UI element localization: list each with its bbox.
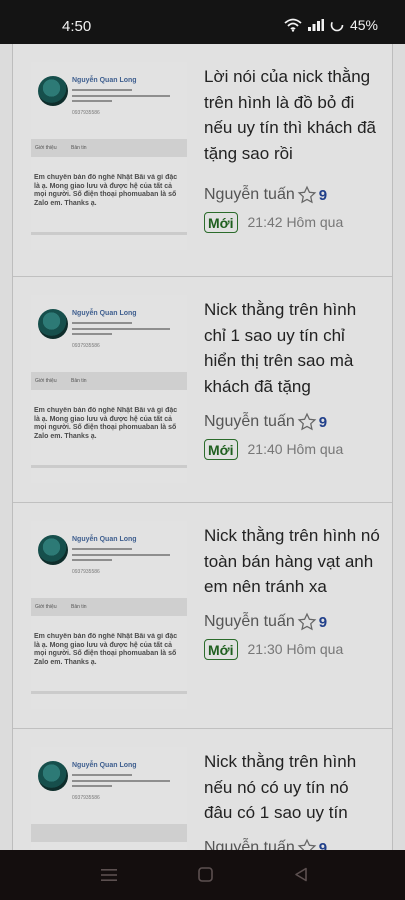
thumb-tab-intro: Giới thiệu [35, 604, 57, 610]
thumb-line [72, 559, 112, 561]
home-icon[interactable] [198, 867, 213, 882]
post-thumbnail[interactable]: Nguyễn Quan Long 0937935586 Giới thiệu B… [31, 62, 187, 250]
post-title[interactable]: Nick thằng trên hình nếu nó có uy tín nó… [204, 749, 380, 826]
post-item[interactable]: Nguyễn Quan Long 0937935586 Giới thiệu B… [13, 44, 392, 276]
post-list: Nguyễn Quan Long 0937935586 Giới thiệu B… [12, 44, 393, 850]
thumb-description: Em chuyên bán đồ nghề Nhật Bãi và gì đặc… [34, 174, 178, 207]
thumb-tabs: Giới thiệu Bản tin [31, 372, 187, 390]
star-count: 9 [318, 186, 328, 204]
thumb-tabs: Giới thiệu Bản tin [31, 139, 187, 157]
thumb-line [72, 89, 132, 91]
post-time: 21:30 Hôm qua [247, 641, 344, 657]
menu-icon[interactable] [101, 868, 117, 882]
post-item[interactable]: Nguyễn Quan Long 0937935586 Giới thiệu B… [13, 502, 392, 728]
post-title[interactable]: Lời nói của nick thằng trên hình là đồ b… [204, 64, 380, 166]
battery-icon [330, 18, 344, 32]
thumb-tab-news: Bản tin [71, 378, 87, 384]
thumb-line [72, 95, 170, 97]
screen: 4:50 45% Nguyễn Quan Long 0937935586 Giớ… [0, 0, 405, 900]
thumb-profile-name: Nguyễn Quan Long [72, 310, 137, 317]
thumb-tab-news: Bản tin [71, 145, 87, 151]
meta-row: Mới 21:42 Hôm qua [204, 210, 343, 234]
status-bar: 4:50 45% [0, 0, 405, 44]
post-thumbnail[interactable]: Nguyễn Quan Long 0937935586 Giới thiệu B… [31, 295, 187, 483]
thumb-line [72, 554, 170, 556]
thumb-description: Em chuyên bán đồ nghề Nhật Bãi và gì đặc… [34, 407, 178, 440]
author-row: Nguyễn tuấn 9 [204, 411, 327, 433]
author-row: Nguyễn tuấn 9 [204, 837, 327, 850]
thumb-tab-news: Bản tin [71, 604, 87, 610]
thumb-tab-intro: Giới thiệu [35, 145, 57, 151]
thumb-tab-intro: Giới thiệu [35, 378, 57, 384]
star-count: 9 [318, 613, 328, 631]
status-time: 4:50 [62, 18, 92, 35]
author-name[interactable]: Nguyễn tuấn [204, 186, 295, 204]
star-icon [297, 185, 317, 204]
author-row: Nguyễn tuấn 9 [204, 611, 327, 633]
signal-icon [307, 19, 324, 31]
thumb-tabs [31, 824, 187, 842]
star-icon [297, 838, 317, 850]
thumb-line [72, 780, 170, 782]
thumb-phone: 0937935586 [72, 343, 100, 349]
star-icon [297, 412, 317, 431]
post-time: 21:40 Hôm qua [247, 441, 344, 457]
thumb-line [72, 322, 132, 324]
thumb-profile-name: Nguyễn Quan Long [72, 77, 137, 84]
thumb-profile-name: Nguyễn Quan Long [72, 762, 137, 769]
new-badge: Mới [204, 211, 238, 233]
star-count: 9 [318, 413, 328, 431]
content-area: Nguyễn Quan Long 0937935586 Giới thiệu B… [0, 44, 405, 850]
avatar [38, 309, 68, 339]
thumb-line [72, 333, 112, 335]
navigation-bar [0, 850, 405, 900]
thumb-divider [31, 232, 187, 235]
thumb-line [72, 785, 112, 787]
back-icon[interactable] [294, 867, 308, 882]
avatar [38, 535, 68, 565]
thumb-tabs: Giới thiệu Bản tin [31, 598, 187, 616]
status-icons: 45% [284, 17, 378, 33]
new-badge: Mới [204, 638, 238, 660]
author-name[interactable]: Nguyễn tuấn [204, 839, 295, 850]
post-title[interactable]: Nick thằng trên hình nó toàn bán hàng vạ… [204, 523, 380, 600]
wifi-icon [284, 18, 302, 32]
post-thumbnail[interactable]: Nguyễn Quan Long 0937935586 Giới thiệu B… [31, 521, 187, 709]
meta-row: Mới 21:30 Hôm qua [204, 637, 343, 661]
thumb-line [72, 548, 132, 550]
thumb-divider [31, 691, 187, 694]
thumb-divider [31, 465, 187, 468]
meta-row: Mới 21:40 Hôm qua [204, 437, 343, 461]
new-badge: Mới [204, 438, 238, 460]
avatar [38, 761, 68, 791]
thumb-description: Em chuyên bán đồ nghề Nhật Bãi và gì đặc… [34, 633, 178, 666]
author-row: Nguyễn tuấn 9 [204, 184, 327, 206]
thumb-phone: 0937935586 [72, 110, 100, 116]
battery-level: 45% [349, 17, 378, 33]
post-thumbnail[interactable]: Nguyễn Quan Long 0937935586 [31, 747, 187, 850]
post-item[interactable]: Nguyễn Quan Long 0937935586 Giới thiệu B… [13, 276, 392, 502]
star-icon [297, 612, 317, 631]
avatar [38, 76, 68, 106]
post-title[interactable]: Nick thằng trên hình chỉ 1 sao uy tín ch… [204, 297, 380, 399]
thumb-line [72, 100, 112, 102]
thumb-profile-name: Nguyễn Quan Long [72, 536, 137, 543]
thumb-phone: 0937935586 [72, 795, 100, 801]
thumb-phone: 0937935586 [72, 569, 100, 575]
thumb-line [72, 774, 132, 776]
star-count: 9 [318, 839, 328, 851]
author-name[interactable]: Nguyễn tuấn [204, 413, 295, 431]
post-item[interactable]: Nguyễn Quan Long 0937935586 Nick thằng t… [13, 728, 392, 850]
thumb-line [72, 328, 170, 330]
author-name[interactable]: Nguyễn tuấn [204, 613, 295, 631]
post-time: 21:42 Hôm qua [247, 214, 344, 230]
